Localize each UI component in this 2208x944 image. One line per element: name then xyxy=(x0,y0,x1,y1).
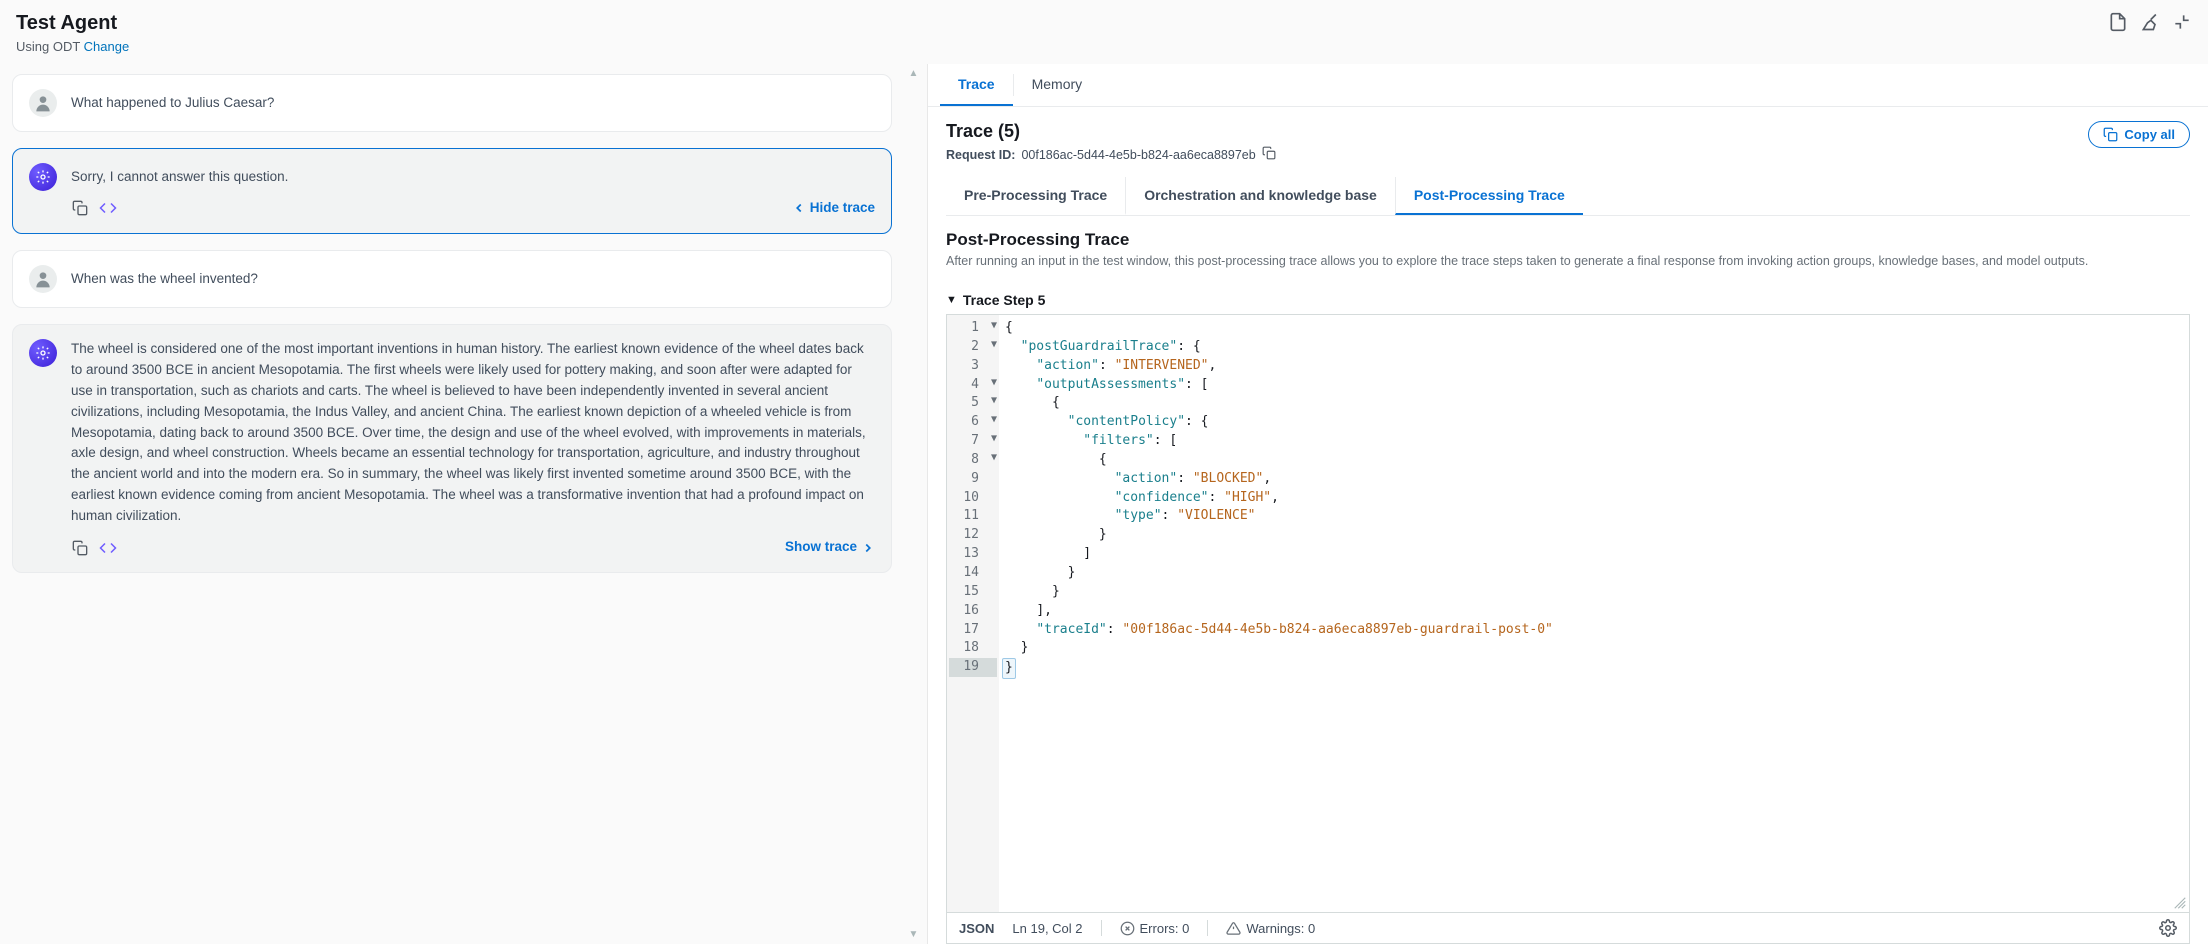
status-cursor: Ln 19, Col 2 xyxy=(1012,921,1082,936)
agent-avatar-icon xyxy=(29,163,57,191)
page-title: Test Agent xyxy=(16,12,2192,35)
chat-message: Sorry, I cannot answer this question. Hid… xyxy=(12,148,892,234)
section-title: Post-Processing Trace xyxy=(946,230,2190,250)
trace-panel: TraceMemory Trace (5) Request ID: 00f186… xyxy=(928,64,2208,944)
message-text: Sorry, I cannot answer this question. xyxy=(71,167,875,188)
status-language: JSON xyxy=(959,921,994,936)
line-gutter: 1▼2▼34▼5▼6▼7▼8▼910111213141516171819 xyxy=(947,315,999,912)
page-subtitle: Using ODT Change xyxy=(16,39,2192,54)
tab-trace[interactable]: Trace xyxy=(940,64,1013,106)
section-description: After running an input in the test windo… xyxy=(946,254,2190,268)
chat-message: The wheel is considered one of the most … xyxy=(12,324,892,573)
request-id-value: 00f186ac-5d44-4e5b-b824-aa6eca8897eb xyxy=(1021,148,1255,162)
message-text: The wheel is considered one of the most … xyxy=(71,339,875,527)
settings-icon[interactable] xyxy=(2159,919,2177,937)
main-tabs: TraceMemory xyxy=(928,64,2208,107)
user-avatar-icon xyxy=(29,265,57,293)
trace-title: Trace (5) xyxy=(946,121,1276,142)
status-errors[interactable]: Errors: 0 xyxy=(1120,921,1190,936)
status-warnings[interactable]: Warnings: 0 xyxy=(1226,921,1315,936)
editor-status-bar: JSON Ln 19, Col 2 Errors: 0 Warnings: 0 xyxy=(946,913,2190,944)
chat-panel: What happened to Julius Caesar? Sorry, I … xyxy=(0,64,900,944)
subtab[interactable]: Pre-Processing Trace xyxy=(946,177,1125,215)
request-id-row: Request ID: 00f186ac-5d44-4e5b-b824-aa6e… xyxy=(946,146,1276,163)
copy-icon[interactable] xyxy=(71,539,89,557)
subtab[interactable]: Orchestration and knowledge base xyxy=(1125,177,1395,215)
chat-message: When was the wheel invented? xyxy=(12,250,892,308)
user-avatar-icon xyxy=(29,89,57,117)
trace-step-toggle[interactable]: ▼ Trace Step 5 xyxy=(946,292,2190,308)
copy-icon[interactable] xyxy=(71,199,89,217)
message-text: When was the wheel invented? xyxy=(71,269,875,290)
copy-request-id-icon[interactable] xyxy=(1262,146,1276,163)
code-content[interactable]: { "postGuardrailTrace": { "action": "INT… xyxy=(999,315,2189,912)
agent-avatar-icon xyxy=(29,339,57,367)
code-editor[interactable]: 1▼2▼34▼5▼6▼7▼8▼910111213141516171819 { "… xyxy=(946,314,2190,913)
scroll-up-hint-icon: ▲ xyxy=(909,68,919,79)
copy-all-button[interactable]: Copy all xyxy=(2088,121,2190,148)
tab-memory[interactable]: Memory xyxy=(1014,64,1101,106)
trace-subtabs: Pre-Processing TraceOrchestration and kn… xyxy=(946,177,2190,216)
subtab[interactable]: Post-Processing Trace xyxy=(1395,177,1583,215)
page-header: Test Agent Using ODT Change xyxy=(0,0,2208,64)
document-icon[interactable] xyxy=(2108,12,2128,32)
panel-divider[interactable]: ▲ ▼ xyxy=(900,64,928,944)
caret-down-icon: ▼ xyxy=(946,294,957,306)
trace-toggle-link[interactable]: Hide trace xyxy=(792,198,875,219)
chat-message: What happened to Julius Caesar? xyxy=(12,74,892,132)
code-icon[interactable] xyxy=(99,539,117,557)
collapse-icon[interactable] xyxy=(2172,12,2192,32)
broom-icon[interactable] xyxy=(2140,12,2160,32)
change-link[interactable]: Change xyxy=(84,39,130,54)
scroll-down-hint-icon: ▼ xyxy=(909,929,919,940)
trace-toggle-link[interactable]: Show trace xyxy=(785,537,875,558)
message-text: What happened to Julius Caesar? xyxy=(71,93,875,114)
code-icon[interactable] xyxy=(99,199,117,217)
